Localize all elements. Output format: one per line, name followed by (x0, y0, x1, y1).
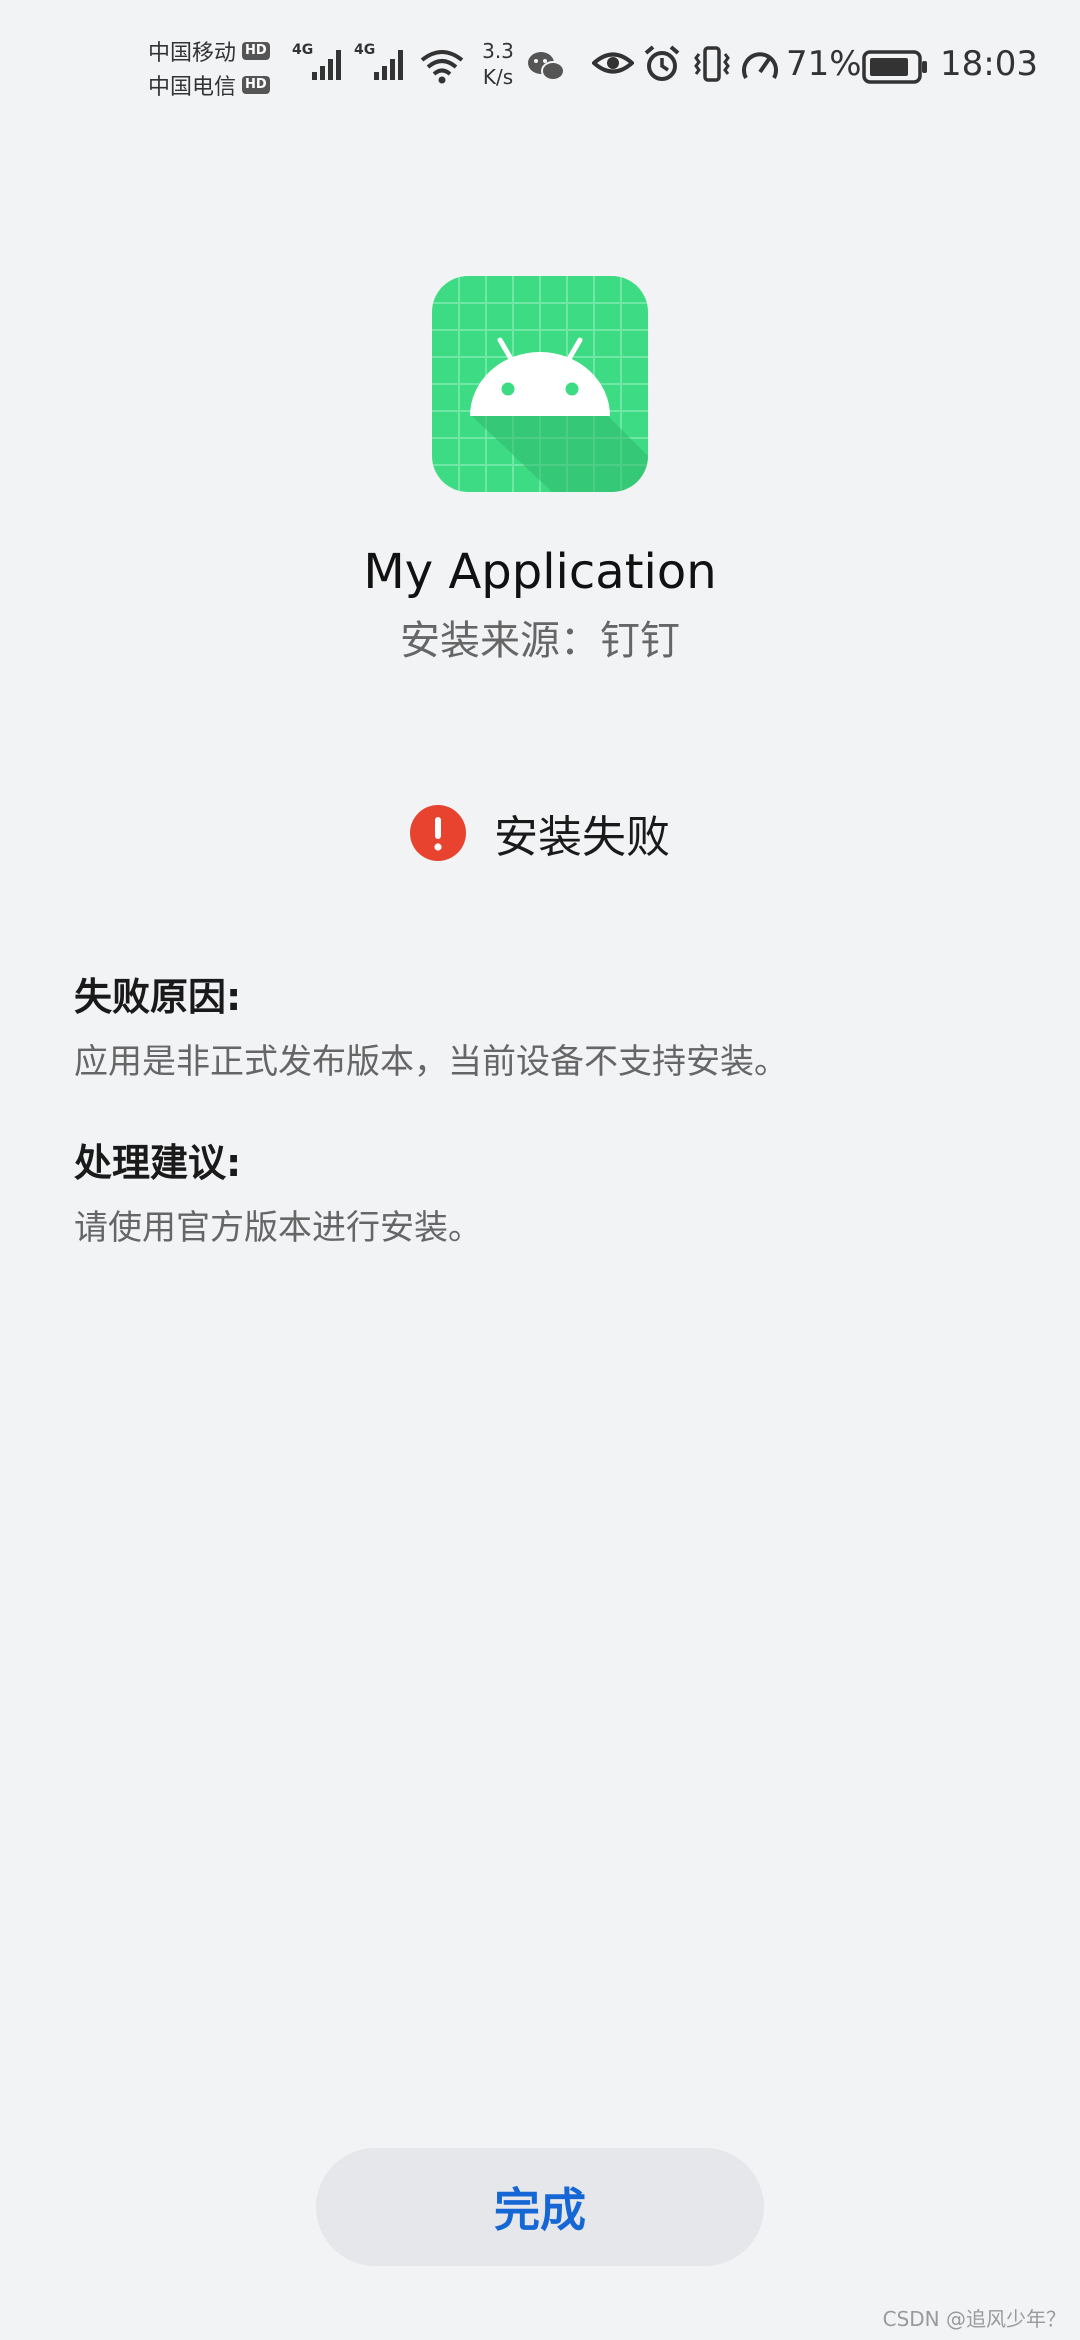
vibrate-icon (692, 44, 732, 84)
speedometer-icon (740, 46, 780, 84)
install-source: 安装来源：钉钉 (400, 618, 680, 664)
carrier-info: 中国移动 HD 中国电信 HD (148, 34, 288, 102)
hd-badge-2: HD (242, 76, 270, 94)
clock: 18:03 (940, 44, 1038, 84)
android-app-icon (432, 276, 648, 492)
hd-badge-1: HD (242, 42, 270, 60)
wifi-icon (418, 46, 466, 86)
failure-reason-title: 失败原因: (74, 975, 242, 1019)
battery-icon (862, 50, 928, 84)
error-icon (410, 805, 466, 861)
install-result: 安装失败 (0, 802, 1080, 864)
carrier-name-1: 中国移动 (148, 41, 237, 66)
watermark: CSDN @追风少年？ (882, 2307, 1066, 2331)
wechat-icon (526, 50, 566, 84)
result-status-text: 安装失败 (494, 812, 670, 863)
net-speed-value: 3.3 (482, 39, 514, 63)
signal-icon-2: 4G (354, 42, 412, 82)
net-speed: 3.3 K/s (474, 38, 522, 90)
suggestion-title: 处理建议: (74, 1141, 242, 1185)
carrier-row-1: 中国移动 HD (148, 34, 288, 68)
failure-reason-text: 应用是非正式发布版本，当前设备不支持安装。 (74, 1042, 788, 1082)
carrier-row-2: 中国电信 HD (148, 68, 288, 102)
done-button[interactable]: 完成 (316, 2148, 764, 2266)
app-name: My Application (363, 544, 717, 600)
alarm-icon (642, 44, 682, 84)
signal-icon: 4G (292, 42, 350, 82)
suggestion-text: 请使用官方版本进行安装。 (74, 1208, 482, 1248)
carrier-name-2: 中国电信 (148, 75, 237, 100)
net-speed-unit: K/s (482, 65, 514, 89)
battery-percent: 71% (786, 44, 862, 84)
status-bar: 中国移动 HD 中国电信 HD 4G 4G 3.3 K/s 71% 18:03 (0, 0, 1080, 130)
eye-icon (590, 46, 636, 80)
